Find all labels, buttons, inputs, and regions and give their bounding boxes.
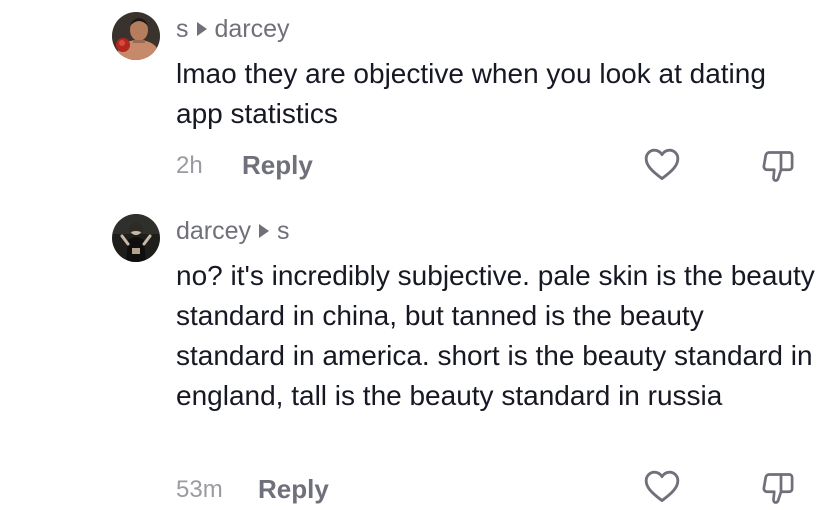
- reply-to-name[interactable]: s: [277, 217, 290, 246]
- comment-text: no? it's incredibly subjective. pale ski…: [176, 260, 815, 411]
- comment-item: s darcey lmao they are objective when yo…: [0, 0, 828, 200]
- thumbs-down-icon: [762, 473, 794, 504]
- author-name[interactable]: darcey: [176, 217, 251, 246]
- comment-time: 2h: [176, 152, 203, 179]
- heart-outline-icon: [644, 470, 680, 502]
- reply-button[interactable]: Reply: [242, 150, 313, 181]
- reply-button[interactable]: Reply: [258, 474, 329, 505]
- comment-time: 53m: [176, 476, 223, 503]
- comment-item: darcey s no? it's incredibly subjective.…: [0, 200, 828, 510]
- author-name[interactable]: s: [176, 15, 189, 44]
- dislike-button[interactable]: [758, 468, 798, 508]
- thumbs-down-icon: [762, 151, 794, 182]
- reply-arrow-icon: [259, 224, 270, 238]
- dark-figure-avatar-icon: [112, 214, 160, 262]
- avatar[interactable]: [112, 12, 160, 60]
- like-button[interactable]: [642, 466, 682, 506]
- comment-header: darcey s: [176, 216, 290, 246]
- heart-outline-icon: [644, 148, 680, 180]
- comment-text: lmao they are objective when you look at…: [176, 58, 766, 129]
- comment-header: s darcey: [176, 14, 290, 44]
- boxer-avatar-icon: [112, 12, 160, 60]
- reply-to-name[interactable]: darcey: [215, 15, 290, 44]
- reply-arrow-icon: [196, 22, 207, 36]
- dislike-button[interactable]: [758, 146, 798, 186]
- avatar[interactable]: [112, 214, 160, 262]
- like-button[interactable]: [642, 144, 682, 184]
